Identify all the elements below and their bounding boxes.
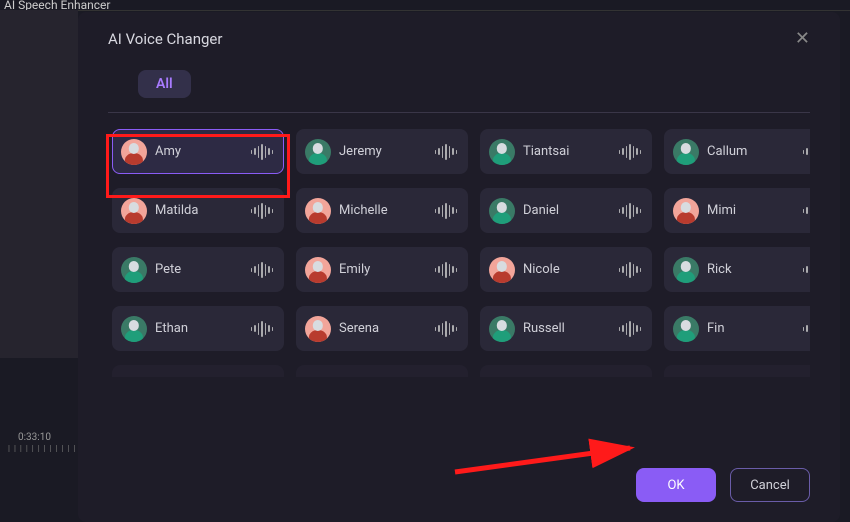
waveform-icon[interactable] — [803, 262, 811, 278]
voice-name-label: Pete — [155, 262, 243, 277]
timeline-ticks: | | | | | | | | | | | | — [8, 444, 76, 453]
voice-name-label: Mimi — [707, 203, 795, 218]
avatar-icon — [121, 316, 147, 342]
avatar-icon — [305, 198, 331, 224]
voice-card[interactable]: Amy — [112, 129, 284, 174]
voice-name-label: Daniel — [523, 203, 611, 218]
voice-card-peek — [480, 365, 652, 377]
voice-name-label: Nicole — [523, 262, 611, 277]
avatar-icon — [489, 139, 515, 165]
voice-grid: Amy Jeremy Tiantsai Callum Matilda Michelle Da… — [108, 129, 810, 377]
avatar-icon — [673, 316, 699, 342]
voice-card[interactable]: Rick — [664, 247, 810, 292]
avatar-icon — [673, 198, 699, 224]
ok-button[interactable]: OK — [636, 468, 716, 502]
voice-name-label: Russell — [523, 321, 611, 336]
voice-card-peek — [112, 365, 284, 377]
voice-card-peek — [664, 365, 810, 377]
voice-card[interactable]: Ethan — [112, 306, 284, 351]
voice-card[interactable]: Russell — [480, 306, 652, 351]
cancel-button[interactable]: Cancel — [730, 468, 810, 502]
avatar-icon — [489, 316, 515, 342]
voice-name-label: Fin — [707, 321, 795, 336]
avatar-icon — [121, 198, 147, 224]
waveform-icon[interactable] — [251, 262, 274, 278]
voice-name-label: Amy — [155, 144, 243, 159]
voice-card[interactable]: Pete — [112, 247, 284, 292]
modal-tabs: All — [108, 70, 810, 113]
waveform-icon[interactable] — [619, 321, 642, 337]
voice-name-label: Serena — [339, 321, 427, 336]
close-icon[interactable]: ✕ — [795, 30, 810, 48]
voice-card[interactable]: Fin — [664, 306, 810, 351]
tab-all[interactable]: All — [138, 70, 191, 98]
voice-grid-container: Amy Jeremy Tiantsai Callum Matilda Michelle Da… — [108, 113, 810, 448]
voice-card[interactable]: Serena — [296, 306, 468, 351]
avatar-icon — [305, 139, 331, 165]
waveform-icon[interactable] — [251, 321, 274, 337]
voice-name-label: Ethan — [155, 321, 243, 336]
voice-name-label: Jeremy — [339, 144, 427, 159]
waveform-icon[interactable] — [803, 203, 811, 219]
avatar-icon — [489, 257, 515, 283]
voice-card[interactable]: Daniel — [480, 188, 652, 233]
waveform-icon[interactable] — [619, 144, 642, 160]
background-side-panel — [0, 10, 78, 358]
voice-card[interactable]: Nicole — [480, 247, 652, 292]
voice-card[interactable]: Mimi — [664, 188, 810, 233]
timeline-timecode: 0:33:10 — [18, 432, 51, 443]
voice-card-peek — [296, 365, 468, 377]
voice-card[interactable]: Emily — [296, 247, 468, 292]
avatar-icon — [305, 316, 331, 342]
voice-name-label: Matilda — [155, 203, 243, 218]
waveform-icon[interactable] — [435, 321, 458, 337]
waveform-icon[interactable] — [435, 144, 458, 160]
avatar-icon — [121, 139, 147, 165]
modal-footer: OK Cancel — [108, 448, 810, 502]
avatar-icon — [305, 257, 331, 283]
voice-name-label: Callum — [707, 144, 795, 159]
waveform-icon[interactable] — [251, 203, 274, 219]
voice-card[interactable]: Tiantsai — [480, 129, 652, 174]
waveform-icon[interactable] — [619, 262, 642, 278]
voice-card[interactable]: Michelle — [296, 188, 468, 233]
waveform-icon[interactable] — [803, 321, 811, 337]
voice-card[interactable]: Jeremy — [296, 129, 468, 174]
avatar-icon — [673, 257, 699, 283]
voice-card[interactable]: Matilda — [112, 188, 284, 233]
modal-header: AI Voice Changer ✕ — [108, 30, 810, 70]
voice-card[interactable]: Callum — [664, 129, 810, 174]
waveform-icon[interactable] — [435, 203, 458, 219]
waveform-icon[interactable] — [251, 144, 274, 160]
avatar-icon — [673, 139, 699, 165]
voice-name-label: Rick — [707, 262, 795, 277]
voice-name-label: Michelle — [339, 203, 427, 218]
waveform-icon[interactable] — [435, 262, 458, 278]
voice-name-label: Emily — [339, 262, 427, 277]
modal-title: AI Voice Changer — [108, 30, 222, 48]
voice-changer-modal: AI Voice Changer ✕ All Amy Jeremy Tiantsai… — [78, 12, 840, 522]
waveform-icon[interactable] — [619, 203, 642, 219]
waveform-icon[interactable] — [803, 144, 811, 160]
avatar-icon — [489, 198, 515, 224]
voice-name-label: Tiantsai — [523, 144, 611, 159]
top-divider — [0, 10, 850, 11]
avatar-icon — [121, 257, 147, 283]
